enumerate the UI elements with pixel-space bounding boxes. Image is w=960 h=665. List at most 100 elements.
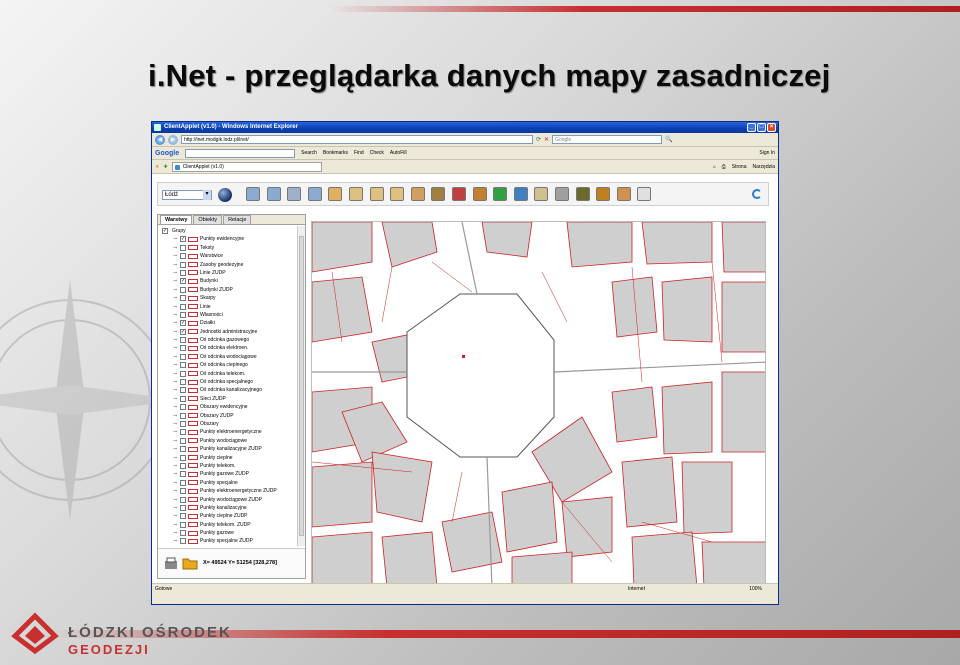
layer-checkbox[interactable] bbox=[180, 412, 186, 419]
layer-item[interactable]: ⊸ Punkty specjalne ZUDP bbox=[160, 537, 296, 545]
print-icon[interactable] bbox=[164, 557, 178, 571]
layer-checkbox[interactable] bbox=[180, 244, 186, 251]
layer-checkbox[interactable] bbox=[180, 429, 186, 436]
layer-item[interactable]: ⊸ Zasoby geodezyjne bbox=[160, 261, 296, 269]
zoom-level[interactable]: 100% bbox=[749, 584, 762, 594]
layer-item[interactable]: ⊸ Punkty gazowe bbox=[160, 529, 296, 537]
tab-clientapplet[interactable]: ClientApplet (v1.0) bbox=[171, 161, 322, 172]
layer-item[interactable]: ⊸ Oś odcinka specjalnego bbox=[160, 378, 296, 386]
expander-icon[interactable]: ⊸ bbox=[173, 421, 177, 426]
expander-icon[interactable]: ⊸ bbox=[173, 472, 177, 477]
layer-checkbox[interactable] bbox=[180, 269, 186, 276]
expander-icon[interactable]: ⊸ bbox=[173, 237, 177, 242]
layer-checkbox[interactable] bbox=[180, 311, 186, 318]
add-favorite-icon[interactable]: ✚ bbox=[163, 164, 167, 170]
find-button[interactable]: Find bbox=[354, 150, 364, 156]
layer-checkbox[interactable] bbox=[180, 471, 186, 478]
export-icon[interactable] bbox=[616, 187, 631, 201]
select-icon[interactable] bbox=[349, 187, 363, 201]
refresh-map-icon[interactable] bbox=[493, 187, 508, 201]
layer-checkbox[interactable] bbox=[180, 387, 186, 394]
tab-warstwy[interactable]: Warstwy bbox=[160, 215, 193, 224]
expander-icon[interactable]: ⊸ bbox=[173, 321, 177, 326]
layer-checkbox[interactable] bbox=[180, 295, 186, 302]
layer-checkbox[interactable] bbox=[180, 286, 186, 293]
expander-icon[interactable]: ⊸ bbox=[173, 539, 177, 544]
expander-icon[interactable]: ⊸ bbox=[173, 329, 177, 334]
layer-checkbox[interactable] bbox=[180, 404, 186, 411]
expander-icon[interactable]: ⊸ bbox=[173, 505, 177, 510]
layer-item[interactable]: ⊸ Obszary bbox=[160, 420, 296, 428]
layer-item[interactable]: ⊸ Punkty gazowe ZUDP bbox=[160, 470, 296, 478]
layer-item[interactable]: ⊸ ✓ Punkty ewidencyjne bbox=[160, 235, 296, 243]
layer-checkbox[interactable] bbox=[180, 496, 186, 503]
check-button[interactable]: Check bbox=[370, 150, 384, 156]
search-icon[interactable]: 🔍 bbox=[665, 136, 672, 143]
layer-checkbox[interactable] bbox=[180, 446, 186, 453]
report-icon[interactable] bbox=[596, 187, 611, 201]
expander-icon[interactable]: ⊸ bbox=[173, 354, 177, 359]
expander-icon[interactable]: ⊸ bbox=[173, 371, 177, 376]
layer-item[interactable]: ⊸ Teksty bbox=[160, 244, 296, 252]
layer-checkbox[interactable] bbox=[180, 479, 186, 486]
pan-icon[interactable] bbox=[328, 187, 343, 201]
layer-checkbox[interactable] bbox=[180, 420, 186, 427]
select-polygon-icon[interactable] bbox=[390, 187, 405, 201]
expander-icon[interactable]: ⊸ bbox=[173, 262, 177, 267]
measure-icon[interactable] bbox=[431, 187, 446, 201]
expander-icon[interactable]: ⊸ bbox=[173, 312, 177, 317]
bucket-icon[interactable] bbox=[575, 187, 590, 201]
octagon-square[interactable] bbox=[406, 293, 555, 458]
print-icon[interactable] bbox=[555, 187, 569, 201]
layer-item[interactable]: ⊸ Oś odcinka wodociągowe bbox=[160, 353, 296, 361]
layer-item[interactable]: ⊸ Oś odcinka cieplnego bbox=[160, 361, 296, 369]
layer-item[interactable]: ⊸ ✓ Działki bbox=[160, 319, 296, 327]
layer-scrollbar[interactable] bbox=[297, 226, 305, 546]
expander-icon[interactable]: ⊸ bbox=[173, 287, 177, 292]
expander-icon[interactable]: ⊸ bbox=[173, 480, 177, 485]
layer-checkbox[interactable] bbox=[180, 353, 186, 360]
google-search-button[interactable]: Search bbox=[301, 150, 317, 156]
expander-icon[interactable]: ⊸ bbox=[173, 438, 177, 443]
tree-root[interactable]: ✓ Grupy bbox=[160, 227, 296, 235]
favorites-star-icon[interactable]: ★ bbox=[155, 164, 159, 170]
layer-item[interactable]: ⊸ Warstwice bbox=[160, 252, 296, 260]
expander-icon[interactable]: ⊸ bbox=[173, 270, 177, 275]
layer-item[interactable]: ⊸ Punkty cieplne ZUDP bbox=[160, 512, 296, 520]
expander-icon[interactable]: ⊸ bbox=[173, 463, 177, 468]
layer-checkbox[interactable]: ✓ bbox=[180, 320, 186, 327]
globe-icon[interactable] bbox=[218, 188, 232, 202]
stop-icon[interactable]: ✕ bbox=[544, 136, 549, 143]
layer-item[interactable]: ⊸ Punkty specjalne bbox=[160, 479, 296, 487]
expander-icon[interactable]: ⊸ bbox=[173, 413, 177, 418]
forward-button[interactable]: ▶ bbox=[168, 134, 178, 145]
refresh-icon[interactable] bbox=[752, 189, 762, 199]
layer-item[interactable]: ⊸ ✓ Budynki bbox=[160, 277, 296, 285]
layer-item[interactable]: ⊸ Punkty elektroenergetyczne ZUDP bbox=[160, 487, 296, 495]
expander-icon[interactable]: ⊸ bbox=[173, 254, 177, 259]
back-button[interactable]: ◀ bbox=[155, 134, 165, 145]
expander-icon[interactable]: ⊸ bbox=[173, 346, 177, 351]
layer-checkbox[interactable] bbox=[180, 379, 186, 386]
layer-checkbox[interactable]: ✓ bbox=[180, 236, 186, 243]
signin-button[interactable]: Sign In bbox=[759, 150, 775, 156]
expander-icon[interactable]: ⊸ bbox=[173, 245, 177, 250]
expander-icon[interactable]: ⊸ bbox=[173, 430, 177, 435]
zoom-in-icon[interactable] bbox=[266, 187, 281, 201]
layer-item[interactable]: ⊸ Budynki ZUDP bbox=[160, 286, 296, 294]
map-canvas[interactable] bbox=[312, 222, 766, 586]
page-menu[interactable]: Strona bbox=[732, 164, 747, 170]
layer-checkbox[interactable]: ✓ bbox=[180, 328, 186, 335]
layer-checkbox[interactable] bbox=[180, 504, 186, 511]
layer-item[interactable]: ⊸ Punkty elektroenergetyczne bbox=[160, 428, 296, 436]
expander-icon[interactable]: ⊸ bbox=[173, 338, 177, 343]
layer-item[interactable]: ⊸ Punkty kanalizacyjne ZUDP bbox=[160, 445, 296, 453]
expander-icon[interactable]: ⊸ bbox=[173, 380, 177, 385]
expander-icon[interactable]: ⊸ bbox=[173, 396, 177, 401]
tools-menu[interactable]: Narzędzia bbox=[752, 164, 775, 170]
autofill-button[interactable]: AutoFill bbox=[390, 150, 407, 156]
home-icon[interactable]: ⌂ bbox=[713, 164, 716, 170]
layer-checkbox[interactable] bbox=[180, 345, 186, 352]
layer-checkbox[interactable] bbox=[180, 261, 186, 268]
expander-icon[interactable]: ⊸ bbox=[173, 497, 177, 502]
